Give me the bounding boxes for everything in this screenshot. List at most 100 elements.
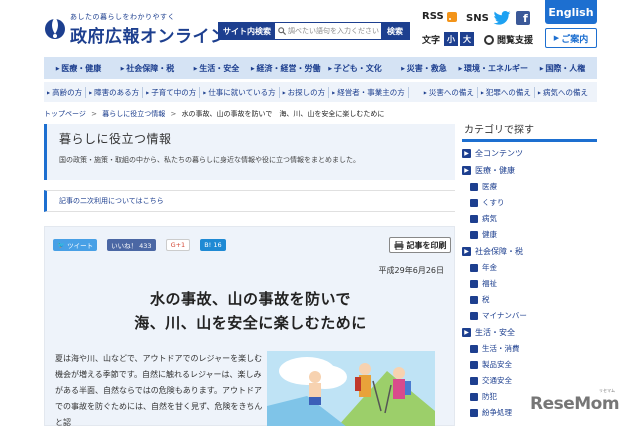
square-bullet-icon — [470, 263, 478, 272]
tweet-button[interactable]: 🐦 ツイート — [53, 239, 98, 251]
sns-links: SNS f — [466, 11, 530, 25]
like-label: いいね！ 433 — [111, 242, 152, 250]
category-label: 医療・健康 — [475, 166, 515, 175]
page-header: 暮らしに役立つ情報 国の政策・施策・取組の中から、私たちの暮らしに身近な情報や役… — [44, 124, 455, 180]
print-button[interactable]: 記事を印刷 — [389, 237, 451, 253]
subcategory-item[interactable]: 医療 — [470, 181, 597, 192]
nav-item-disabled[interactable]: 障害のある方 — [86, 86, 144, 98]
main-content: 暮らしに役立つ情報 国の政策・施策・取組の中から、私たちの暮らしに身近な情報や役… — [44, 122, 455, 426]
category-item[interactable]: ▶ 医療・健康 — [462, 165, 597, 176]
rss-label: RSS — [422, 11, 444, 22]
square-bullet-icon — [470, 230, 478, 239]
article: 🐦 ツイート いいね！ 433 G+1 B! 16 記事を印刷 平成29年6月26… — [44, 226, 455, 426]
nav-item-disaster-prep[interactable]: 災害への備え — [421, 86, 478, 98]
square-bullet-icon — [470, 376, 478, 385]
secondary-nav: 高齢の方 障害のある方 子育て中の方 仕事に就いている方 お探しの方 経営者・事… — [44, 82, 597, 102]
nav-item-elderly[interactable]: 高齢の方 — [44, 86, 87, 98]
square-bullet-icon — [470, 214, 478, 223]
nav-item-international[interactable]: 国際・人権 — [528, 63, 597, 74]
rss-link[interactable]: RSS — [422, 11, 457, 22]
subcategory-label: マイナンバー — [482, 311, 527, 320]
tweet-label: ツイート — [67, 242, 94, 250]
category-item[interactable]: ▶ 全コンテンツ — [462, 148, 597, 159]
nav-item-life-safety[interactable]: 生活・安全 — [182, 63, 251, 74]
printer-icon — [394, 240, 403, 250]
nav-item-working[interactable]: 仕事に就いている方 — [200, 86, 280, 98]
nav-item-parenting[interactable]: 子育て中の方 — [143, 86, 201, 98]
category-label: 生活・安全 — [475, 328, 515, 337]
hikers-illustration — [267, 351, 435, 426]
subcategory-item[interactable]: 税 — [470, 294, 597, 305]
site-header: あしたの暮らしをわかりやすく 政府広報オンライン サイト内検索 調べたい語句を入… — [0, 0, 640, 52]
sidebar-heading: カテゴリで探す — [462, 122, 597, 142]
share-bar: 🐦 ツイート いいね！ 433 G+1 B! 16 — [53, 239, 236, 251]
breadcrumb: トップページ > 暮らしに役立つ情報 > 水の事故、山の事故を防いで 海、川、山… — [44, 109, 384, 119]
facebook-like-button[interactable]: いいね！ 433 — [107, 239, 156, 251]
twitter-icon[interactable] — [493, 11, 511, 25]
search-button[interactable]: 検索 — [380, 23, 409, 39]
nav-item-crime-prep[interactable]: 犯罪への備え — [478, 86, 535, 98]
search-label: サイト内検索 — [219, 23, 275, 39]
facebook-icon[interactable]: f — [515, 11, 530, 25]
square-bullet-icon — [470, 198, 478, 207]
category-item[interactable]: ▶ 社会保障・税 — [462, 246, 597, 257]
nav-item-job-seeking[interactable]: お探しの方 — [280, 86, 330, 98]
nav-item-children[interactable]: 子ども・文化 — [321, 63, 390, 74]
subcategory-item[interactable]: 健康 — [470, 229, 597, 240]
subcategory-label: 交通安全 — [482, 376, 512, 385]
subcategory-item[interactable]: くすり — [470, 197, 597, 208]
primary-nav: 医療・健康 社会保障・税 生活・安全 経済・経営・労働 子ども・文化 災害・救急… — [44, 57, 597, 79]
contact-button[interactable]: ▶ ご案内 — [545, 28, 597, 48]
government-emblem-icon — [45, 17, 65, 39]
article-illustration — [267, 351, 435, 426]
square-bullet-icon — [470, 182, 478, 191]
accessibility-link[interactable]: 閲覧支援 — [484, 33, 533, 46]
subcategory-label: 防犯 — [482, 392, 497, 401]
subcategory-label: 年金 — [482, 263, 497, 272]
nav-item-illness-prep[interactable]: 病気への備え — [535, 87, 591, 98]
accessibility-label: 閲覧支援 — [497, 36, 534, 46]
nav-item-disaster[interactable]: 災害・救急 — [389, 63, 458, 74]
text-size-small-button[interactable]: 小 — [444, 32, 459, 46]
subcategory-item[interactable]: マイナンバー — [470, 310, 597, 321]
breadcrumb-separator: > — [91, 110, 97, 118]
reuse-notice-link[interactable]: 記事の二次利用についてはこちら — [44, 190, 455, 212]
category-label: 社会保障・税 — [475, 247, 523, 256]
rss-icon — [446, 11, 457, 22]
square-bullet-icon — [470, 408, 478, 417]
nav-item-economy[interactable]: 経済・経営・労働 — [251, 63, 321, 74]
subcategory-item[interactable]: 製品安全 — [470, 359, 597, 370]
google-plus-button[interactable]: G+1 — [165, 239, 191, 251]
subcategory-item[interactable]: 交通安全 — [470, 375, 597, 386]
text-size-large-button[interactable]: 大 — [460, 32, 475, 46]
chevron-right-icon: ▶ — [462, 149, 471, 158]
square-bullet-icon — [470, 311, 478, 320]
text-size-control: 文字 小 大 — [422, 32, 475, 46]
subcategory-item[interactable]: 福祉 — [470, 278, 597, 289]
english-button[interactable]: English — [545, 0, 597, 24]
nav-item-environment[interactable]: 環境・エネルギー — [458, 63, 528, 74]
page-description: 国の政策・施策・取組の中から、私たちの暮らしに身近な情報や役に立つ情報をまとめま… — [59, 156, 360, 164]
category-item[interactable]: ▶ 生活・安全 — [462, 327, 597, 338]
subcategory-item[interactable]: 年金 — [470, 262, 597, 273]
search-input[interactable]: 調べたい語句を入力ください — [275, 23, 380, 39]
breadcrumb-section[interactable]: 暮らしに役立つ情報 — [102, 110, 165, 118]
square-bullet-icon — [470, 279, 478, 288]
nav-item-medical[interactable]: 医療・健康 — [44, 63, 113, 74]
subcategory-item[interactable]: 生活・消費 — [470, 343, 597, 354]
nav-item-social-security[interactable]: 社会保障・税 — [113, 63, 182, 74]
hatena-bookmark-button[interactable]: B! 16 — [200, 239, 226, 251]
article-body: 夏は海や川、山などで、アウトドアでのレジャーを楽しむ機会が増える季節です。自然に… — [55, 354, 263, 426]
subcategory-label: 紛争処理 — [482, 408, 512, 417]
site-logo[interactable]: あしたの暮らしをわかりやすく 政府広報オンライン — [44, 10, 227, 47]
print-label: 記事を印刷 — [406, 240, 447, 250]
breadcrumb-home[interactable]: トップページ — [44, 110, 86, 118]
logo-tagline: あしたの暮らしをわかりやすく — [70, 13, 175, 21]
subcategory-label: 製品安全 — [482, 360, 512, 369]
site-search: サイト内検索 調べたい語句を入力ください 検索 — [218, 22, 410, 40]
nav-item-business-owners[interactable]: 経営者・事業主の方 — [329, 86, 409, 98]
chevron-right-icon: ▶ — [553, 34, 560, 42]
subcategory-item[interactable]: 病気 — [470, 213, 597, 224]
chevron-right-icon: ▶ — [462, 328, 471, 337]
chevron-right-icon: ▶ — [462, 247, 471, 256]
